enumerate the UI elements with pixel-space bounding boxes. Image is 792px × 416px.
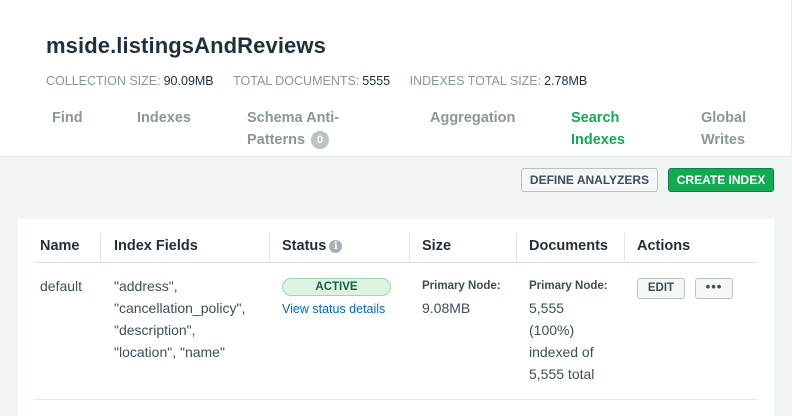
collection-title: mside.listingsAndReviews [46, 33, 326, 58]
column-header-actions: Actions [637, 238, 691, 254]
column-header-size: Size [422, 238, 452, 254]
tab-aggregation[interactable]: Aggregation [430, 107, 515, 129]
stat-collection-size: COLLECTION SIZE: 90.09MB [46, 74, 214, 88]
tab-find[interactable]: Find [52, 107, 83, 129]
edit-button[interactable]: EDIT [637, 278, 685, 299]
search-indexes-table: Name Index Fields Status i Size Documents… [18, 219, 774, 416]
more-actions-button[interactable]: ••• [695, 278, 733, 299]
documents-primary-node-label: Primary Node: [529, 280, 608, 292]
view-status-details-link[interactable]: View status details [282, 302, 385, 316]
size-primary-node-label: Primary Node: [422, 280, 501, 292]
info-icon[interactable]: i [329, 240, 343, 253]
tab-indexes[interactable]: Indexes [137, 107, 191, 129]
schema-count-badge: 0 [311, 131, 330, 149]
size-value: 9.08MB [422, 300, 471, 316]
collection-header: mside.listingsAndReviews COLLECTION SIZE… [0, 0, 792, 156]
header-divider [34, 262, 757, 263]
tab-search-indexes[interactable]: Search Indexes [571, 107, 625, 151]
search-indexes-panel: DEFINE ANALYZERS CREATE INDEX Name Index… [0, 156, 792, 416]
documents-cell: Primary Node: 5,555 (100%) indexed of 5,… [529, 275, 608, 385]
column-header-documents: Documents [529, 238, 608, 254]
status-badge: ACTIVE [282, 278, 391, 296]
define-analyzers-button[interactable]: DEFINE ANALYZERS [521, 168, 658, 192]
column-divider [516, 233, 517, 261]
column-header-index-fields: Index Fields [114, 238, 198, 254]
stat-indexes-total-size: INDEXES TOTAL SIZE: 2.78MB [409, 74, 588, 88]
column-divider [100, 233, 101, 261]
column-divider [269, 233, 270, 261]
column-divider [409, 233, 410, 261]
column-divider [624, 233, 625, 261]
stat-total-documents: TOTAL DOCUMENTS: 5555 [233, 74, 391, 88]
collection-stats: COLLECTION SIZE: 90.09MB TOTAL DOCUMENTS:… [46, 74, 603, 88]
create-index-button[interactable]: CREATE INDEX [668, 168, 774, 192]
tab-global-writes[interactable]: Global Writes [701, 107, 746, 151]
index-fields: "address", "cancellation_policy", "descr… [114, 278, 246, 360]
index-name: default [40, 278, 83, 294]
row-divider [34, 399, 757, 400]
column-header-status: Status i [282, 238, 343, 254]
tab-schema-anti-patterns[interactable]: Schema Anti- Patterns 0 [247, 107, 339, 151]
size-cell: Primary Node: 9.08MB [422, 275, 501, 319]
column-header-name: Name [40, 238, 80, 254]
